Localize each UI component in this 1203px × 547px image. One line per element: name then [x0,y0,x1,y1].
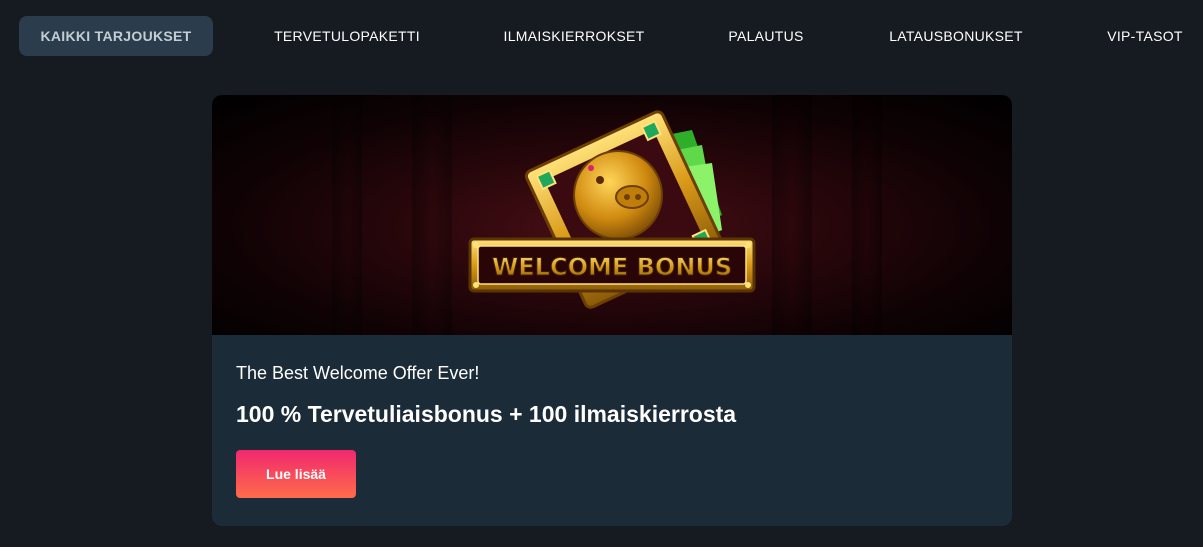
offer-details: The Best Welcome Offer Ever! 100 % Terve… [212,335,1012,526]
piggy-coin-icon [573,150,663,240]
offer-card: WELCOME BONUS The Best Welcome Offer Eve… [212,95,1012,526]
tab-welcome-package[interactable]: TERVETULOPAKETTI [262,16,432,56]
tab-deposit-bonuses[interactable]: LATAUSBONUKSET [876,16,1036,56]
offer-subtitle: The Best Welcome Offer Ever! [236,363,480,383]
read-more-button[interactable]: Lue lisää [236,450,356,498]
tab-vip-levels[interactable]: VIP-TASOT [1094,16,1196,56]
tab-all-offers[interactable]: KAIKKI TARJOUKSET [19,16,213,56]
svg-text:WELCOME BONUS: WELCOME BONUS [492,253,732,281]
tab-cashback[interactable]: PALAUTUS [716,16,816,56]
offers-nav: KAIKKI TARJOUKSET TERVETULOPAKETTI ILMAI… [0,0,1203,72]
offer-headline: 100 % Tervetuliaisbonus + 100 ilmaiskier… [236,401,737,427]
offer-banner-image: WELCOME BONUS [212,95,1012,335]
tab-free-spins[interactable]: ILMAISKIERROKSET [490,16,658,56]
welcome-bonus-sign: WELCOME BONUS [468,237,756,293]
